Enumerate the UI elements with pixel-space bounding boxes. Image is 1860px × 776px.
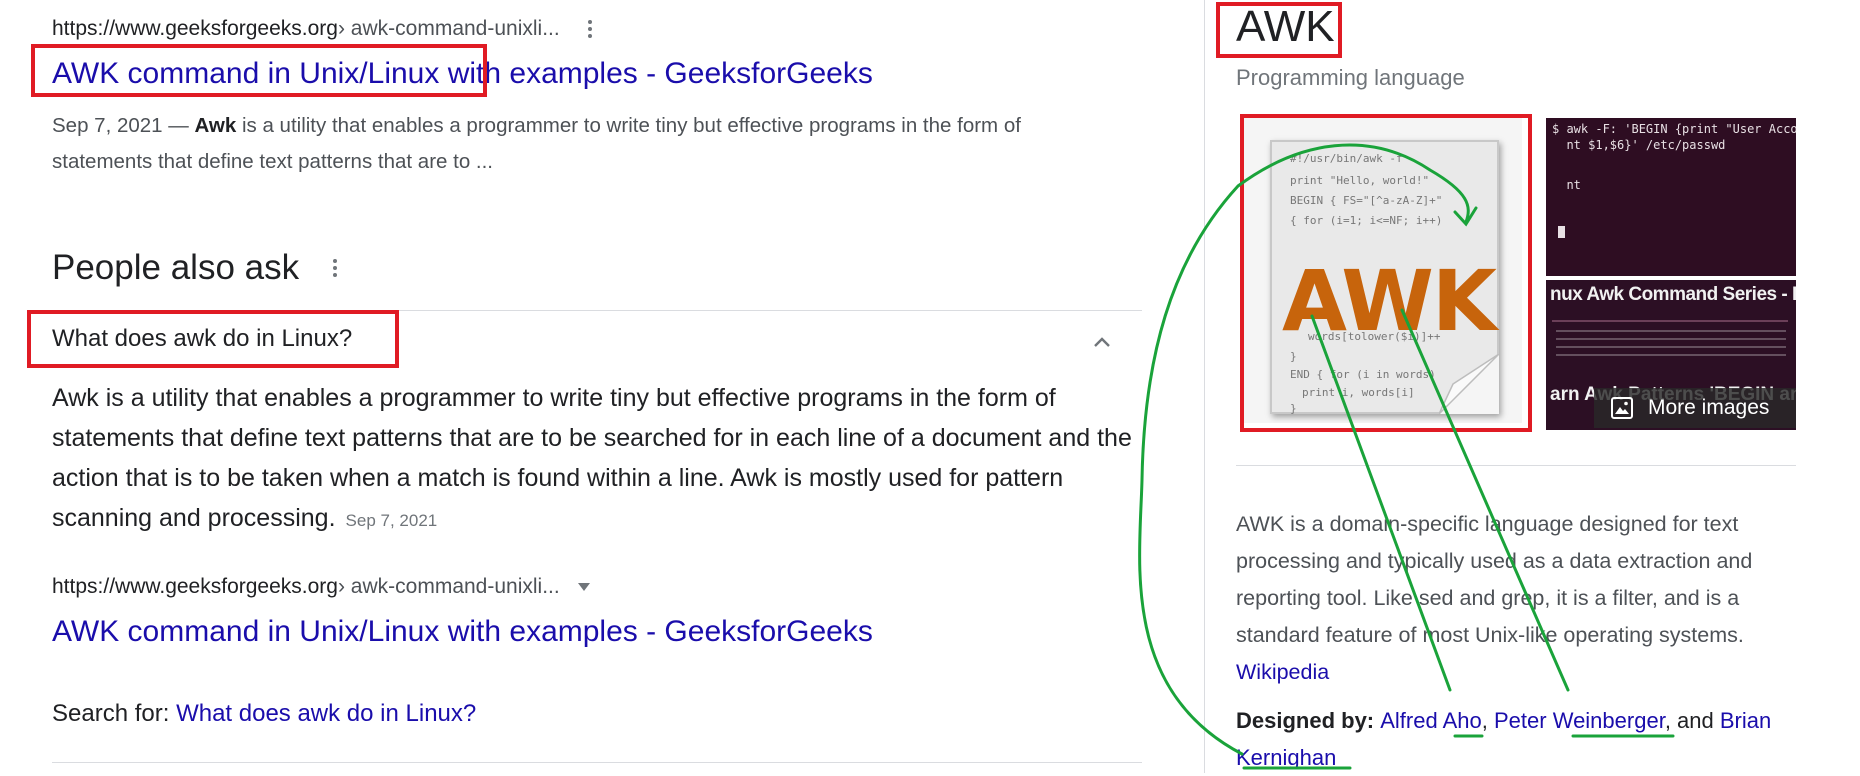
more-options-icon[interactable] (587, 17, 592, 41)
kp-title: AWK (1236, 2, 1335, 51)
separator: , and (1664, 708, 1720, 733)
cursor-block (1558, 226, 1565, 238)
awk-logo-image[interactable]: #!/usr/bin/awk -f print "Hello, world!" … (1242, 118, 1522, 423)
cite-path: › awk-command-unixli... (337, 17, 560, 40)
code-line: #!/usr/bin/awk -f (1290, 152, 1403, 165)
kp-description-text: AWK is a domain-specific language design… (1236, 512, 1753, 647)
designer-link[interactable]: Peter Weinberger (1494, 708, 1665, 733)
search-for-link[interactable]: What does awk do in Linux? (176, 700, 476, 727)
designed-by-label: Designed by: (1236, 708, 1381, 733)
terminal-line: nt $1,$6}' /etc/passwd (1552, 138, 1726, 152)
thumbnail-code (1556, 330, 1786, 360)
more-images-label: More images (1648, 396, 1770, 419)
awk-logo-text: AWK (1282, 252, 1497, 350)
code-line: END { for (i in words) (1290, 368, 1436, 381)
answer-text: Awk is a utility that enables a programm… (52, 384, 1132, 532)
image-icon (1611, 397, 1633, 419)
result-cite[interactable]: https://www.geeksforgeeks.org › awk-comm… (52, 572, 873, 602)
thumbnail-title: nux Awk Command Series - Part 5 (1550, 284, 1796, 305)
code-line: } (1290, 402, 1297, 415)
more-images-button[interactable]: More images (1594, 388, 1796, 428)
cite-path: › awk-command-unixli... (337, 575, 560, 598)
caret-down-icon[interactable] (577, 583, 590, 591)
panel-divider (1204, 0, 1205, 773)
answer-date: Sep 7, 2021 (345, 511, 438, 530)
divider (1236, 465, 1796, 466)
result-cite[interactable]: https://www.geeksforgeeks.org › awk-comm… (52, 14, 592, 44)
designer-link[interactable]: Alfred Aho (1380, 708, 1482, 733)
code-line: BEGIN { FS="[^a-zA-Z]+" (1290, 194, 1443, 207)
terminal-line: nt (1552, 178, 1581, 192)
paa-answer: Awk is a utility that enables a programm… (52, 378, 1142, 541)
designed-by: Designed by: Alfred Aho, Peter Weinberge… (1236, 702, 1796, 776)
terminal-thumbnail[interactable]: $ awk -F: 'BEGIN {print "User Accounts"}… (1546, 118, 1796, 276)
page-curl-icon (1439, 354, 1499, 414)
wikipedia-link[interactable]: Wikipedia (1236, 660, 1329, 684)
tutorial-thumbnail[interactable]: nux Awk Command Series - Part 5 arn Awk … (1546, 280, 1796, 430)
chevron-up-icon[interactable] (1092, 332, 1112, 352)
thumbnail-rule (1552, 320, 1788, 322)
paa-title: People also ask (52, 248, 300, 287)
search-for-label: Search for: (52, 700, 177, 727)
kp-description: AWK is a domain-specific language design… (1236, 506, 1796, 691)
kp-subtitle: Programming language (1236, 65, 1465, 90)
result-title-link[interactable]: AWK command in Unix/Linux with examples … (52, 54, 873, 94)
separator: , (1481, 708, 1494, 733)
search-for: Search for: What does awk do in Linux? (52, 700, 476, 728)
answer-source: https://www.geeksforgeeks.org › awk-comm… (52, 572, 873, 652)
result-snippet: Sep 7, 2021 — Awk is a utility that enab… (52, 108, 1052, 180)
terminal-line: $ awk -F: 'BEGIN {print "User Accounts"} (1552, 122, 1796, 136)
code-line: print "Hello, world!" (1290, 174, 1430, 187)
snippet-date: Sep 7, 2021 — (52, 114, 195, 137)
cite-domain: https://www.geeksforgeeks.org (52, 575, 338, 598)
code-line: print i, words[i] (1302, 386, 1415, 399)
more-options-icon[interactable] (333, 256, 338, 280)
code-line: { for (i=1; i<=NF; i++) (1290, 214, 1443, 227)
code-line: } (1290, 350, 1297, 363)
cite-domain: https://www.geeksforgeeks.org (52, 17, 338, 40)
divider (52, 310, 1142, 311)
result-title-link[interactable]: AWK command in Unix/Linux with examples … (52, 612, 873, 652)
paa-question[interactable]: What does awk do in Linux? (52, 325, 352, 353)
document-icon: #!/usr/bin/awk -f print "Hello, world!" … (1270, 140, 1499, 415)
divider (52, 762, 1142, 763)
people-also-ask-heading: People also ask (52, 248, 338, 288)
snippet-bold: Awk (194, 114, 237, 137)
